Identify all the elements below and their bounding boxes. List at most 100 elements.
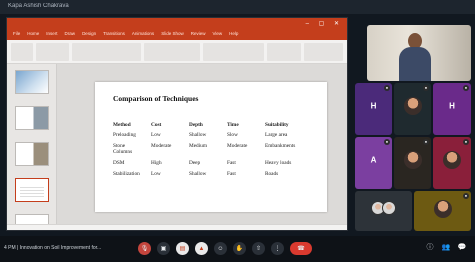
table-cell: Stabilization [113, 171, 140, 178]
table-cell: Slow [227, 132, 238, 138]
ribbon-tab[interactable]: Transitions [103, 31, 125, 39]
chat-icon[interactable]: 💬 [457, 243, 467, 253]
camera-button[interactable]: ▣ [157, 242, 170, 255]
table-cell: Stone Columns [113, 143, 133, 156]
table-row: Preloading Low Shallow Slow Large area [113, 132, 303, 143]
present-button[interactable]: ▲ [195, 242, 208, 255]
side-controls: ⓘ 👥 💬 [425, 243, 467, 253]
raise-hand-button[interactable]: ✋ [233, 242, 246, 255]
current-slide[interactable]: Comparison of Techniques Method Cost Dep… [95, 82, 327, 212]
table-cell: Fast [227, 160, 236, 167]
meeting-window: Kapa Ashish Chakrava – ▢ ✕ File Home Ins… [0, 0, 475, 262]
participant-tile[interactable]: ● [394, 83, 431, 135]
table-cell: High [151, 160, 162, 167]
slide-thumbnail[interactable] [15, 106, 49, 130]
ribbon-tab[interactable]: File [13, 31, 20, 39]
presenter-video [399, 33, 431, 81]
table-cell: Low [151, 171, 161, 178]
participant-tile[interactable]: ● [433, 137, 471, 189]
table-cell: Low [151, 132, 161, 138]
table-cell: Shallow [189, 171, 207, 178]
ribbon-tab[interactable]: Insert [46, 31, 57, 39]
avatar [381, 200, 396, 215]
participant-initial: H [370, 101, 377, 111]
table-cell: Moderate [227, 143, 248, 150]
ribbon-group-slides[interactable] [35, 43, 70, 61]
ribbon-tab[interactable]: Slide Show [161, 31, 184, 39]
participant-avatar [403, 97, 422, 116]
more-options-button[interactable]: ⋮ [271, 242, 284, 255]
slide-title: Comparison of Techniques [113, 94, 199, 103]
top-bar: Kapa Ashish Chakrava [0, 0, 475, 14]
participant-avatar [433, 200, 452, 218]
participant-tile[interactable]: A ● [355, 137, 392, 189]
ribbon-tab[interactable]: View [212, 31, 222, 39]
column-header: Cost [151, 122, 162, 128]
leave-call-button[interactable]: ☎ [290, 242, 312, 255]
ribbon-group-paragraph[interactable] [144, 43, 200, 61]
participant-tile[interactable]: H ● [433, 83, 471, 135]
table-cell: Roads [265, 171, 279, 178]
shared-screen-powerpoint[interactable]: – ▢ ✕ File Home Insert Draw Design Trans… [6, 17, 348, 231]
ribbon-group-drawing[interactable] [202, 43, 264, 61]
captions-button[interactable]: ▤ [176, 242, 189, 255]
table-header-row: Method Cost Depth Time Suitability [113, 122, 303, 132]
slide-thumbnails-pane [7, 64, 57, 230]
participant-avatar [443, 151, 461, 170]
presenter-body [399, 47, 431, 81]
ribbon-tab[interactable]: Help [229, 31, 238, 39]
ribbon-tab[interactable]: Design [82, 31, 96, 39]
mic-muted-icon: ● [423, 139, 429, 145]
ribbon-group-clipboard[interactable] [11, 43, 33, 61]
mic-muted-icon: ● [463, 85, 469, 91]
ribbon-group-font[interactable] [72, 43, 142, 61]
call-controls: 🎙 ▣ ▤ ▲ ☺ ✋ ⇧ ⋮ ☎ [138, 242, 312, 256]
participant-avatar-group [370, 200, 397, 215]
window-controls[interactable]: – ▢ ✕ [306, 20, 343, 27]
emoji-button[interactable]: ☺ [214, 242, 227, 255]
column-header: Depth [189, 122, 203, 128]
column-header: Method [113, 122, 131, 128]
participant-tile[interactable]: H ● [355, 83, 392, 135]
slide-thumbnail[interactable] [15, 142, 49, 166]
table-cell: Heavy loads [265, 160, 292, 167]
ppt-ribbon-tabs: File Home Insert Draw Design Transitions… [7, 30, 347, 40]
slide-thumbnail-selected[interactable] [15, 178, 49, 202]
ribbon-group-designer[interactable] [303, 43, 344, 61]
ribbon-tab[interactable]: Home [27, 31, 39, 39]
table-row: Stone Columns Moderate Medium Moderate E… [113, 143, 303, 160]
mic-muted-icon: ● [384, 85, 390, 91]
slide-canvas: Comparison of Techniques Method Cost Dep… [57, 64, 347, 224]
participant-tile[interactable] [355, 191, 412, 231]
column-header: Time [227, 122, 239, 128]
meeting-info: 4 PM | Innovation on Soil Improvement fo… [4, 245, 102, 251]
participant-tile[interactable]: ● [414, 191, 471, 231]
ribbon-tab[interactable]: Animations [132, 31, 154, 39]
table-row: Stabilization Low Shallow Fast Roads [113, 171, 303, 182]
ribbon-group-editing[interactable] [266, 43, 301, 61]
present-screen-button[interactable]: ⇧ [252, 242, 265, 255]
ribbon-tab[interactable]: Draw [65, 31, 76, 39]
table-cell: Medium [189, 143, 207, 150]
mic-muted-icon: ● [463, 193, 469, 199]
participant-grid: H ● ● H ● A ● ● ● ● [353, 17, 471, 231]
table-cell: Shallow [189, 132, 207, 138]
table-cell: Large area [265, 132, 288, 138]
presenter-video-tile[interactable] [367, 25, 471, 81]
mic-muted-icon: ● [463, 139, 469, 145]
participant-initial: H [449, 101, 455, 111]
column-header: Suitability [265, 122, 289, 128]
mic-button[interactable]: 🎙 [138, 242, 151, 255]
participant-avatar [403, 151, 422, 170]
ppt-status-bar [7, 224, 347, 230]
participant-initial: A [370, 155, 377, 165]
ribbon-tab[interactable]: Review [191, 31, 206, 39]
techniques-table: Method Cost Depth Time Suitability Prelo… [113, 122, 303, 182]
mic-muted-icon: ● [384, 139, 390, 145]
slide-thumbnail[interactable] [15, 70, 49, 94]
people-icon[interactable]: 👥 [441, 243, 451, 253]
participant-tile[interactable]: ● [394, 137, 431, 189]
window-title: Kapa Ashish Chakrava [8, 3, 69, 9]
table-cell: DSM [113, 160, 125, 167]
info-icon[interactable]: ⓘ [425, 243, 435, 253]
